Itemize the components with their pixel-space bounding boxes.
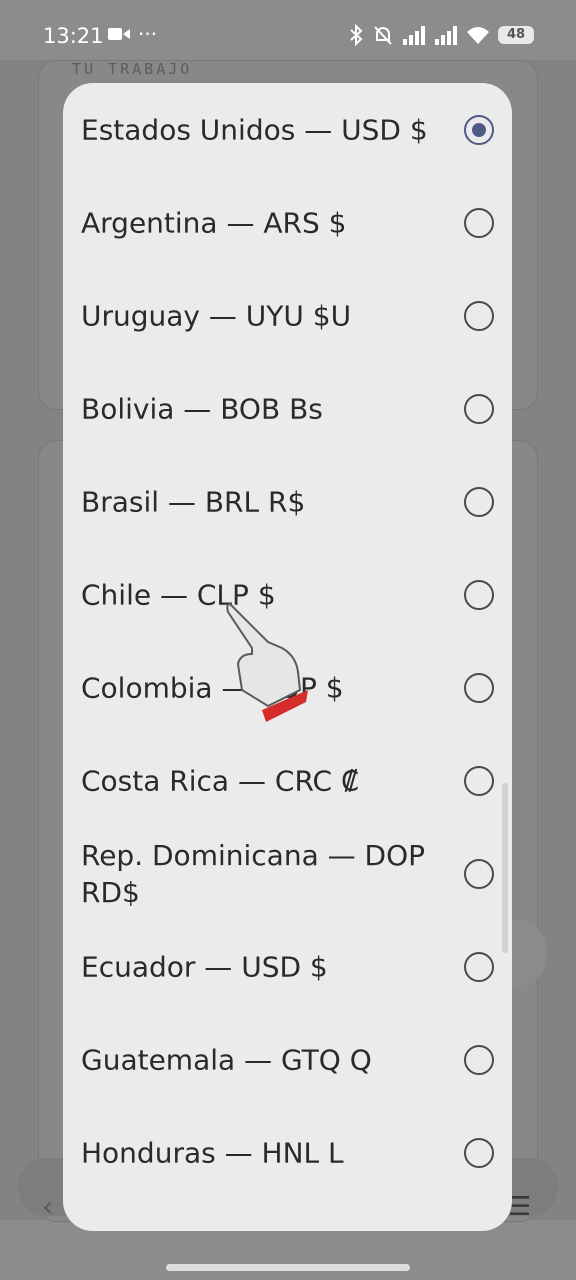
radio-button[interactable] <box>464 858 494 889</box>
gesture-nav-handle[interactable] <box>166 1264 410 1271</box>
pointing-hand-icon <box>226 602 308 722</box>
radio-button[interactable] <box>464 951 494 982</box>
signal-icon-2 <box>435 26 457 45</box>
option-label: Ecuador — USD $ <box>81 950 328 983</box>
battery-indicator: 48 <box>498 26 534 44</box>
wifi-icon <box>467 27 489 44</box>
radio-button[interactable] <box>464 486 494 517</box>
radio-button[interactable] <box>464 393 494 424</box>
notifications-off-icon <box>374 26 392 45</box>
option-argentina[interactable]: Argentina — ARS $ <box>63 176 512 269</box>
option-guatemala[interactable]: Guatemala — GTQ Q <box>63 1013 512 1106</box>
radio-button[interactable] <box>464 207 494 238</box>
back-arrow-icon: ‹ <box>42 1190 54 1223</box>
status-bar: 13:21 ··· 48 <box>0 0 576 72</box>
option-ecuador[interactable]: Ecuador — USD $ <box>63 920 512 1013</box>
option-label: Honduras — HNL L <box>81 1136 344 1169</box>
radio-button-selected[interactable] <box>464 114 494 145</box>
radio-button[interactable] <box>464 300 494 331</box>
status-time: 13:21 <box>43 24 104 48</box>
option-honduras[interactable]: Honduras — HNL L <box>63 1106 512 1199</box>
dialog-scrollbar[interactable] <box>502 783 508 953</box>
option-costa-rica[interactable]: Costa Rica — CRC ₡ <box>63 734 512 827</box>
option-label: Brasil — BRL R$ <box>81 485 306 518</box>
option-rep-dominicana[interactable]: Rep. Dominicana — DOP RD$ <box>63 827 512 920</box>
signal-icon <box>403 26 425 45</box>
radio-button[interactable] <box>464 672 494 703</box>
radio-button[interactable] <box>464 765 494 796</box>
option-label: Costa Rica — CRC ₡ <box>81 764 359 797</box>
radio-button[interactable] <box>464 1044 494 1075</box>
option-uruguay[interactable]: Uruguay — UYU $U <box>63 269 512 362</box>
option-label: Rep. Dominicana — DOP RD$ <box>81 838 426 909</box>
radio-button[interactable] <box>464 1137 494 1168</box>
option-estados-unidos[interactable]: Estados Unidos — USD $ <box>63 83 512 176</box>
more-notifications-icon: ··· <box>138 22 158 46</box>
option-label: Uruguay — UYU $U <box>81 299 352 332</box>
option-bolivia[interactable]: Bolivia — BOB Bs <box>63 362 512 455</box>
option-label: Estados Unidos — USD $ <box>81 113 428 146</box>
video-camera-icon <box>108 28 130 40</box>
radio-button[interactable] <box>464 579 494 610</box>
option-label: Guatemala — GTQ Q <box>81 1043 372 1076</box>
option-brasil[interactable]: Brasil — BRL R$ <box>63 455 512 548</box>
bluetooth-icon <box>350 24 363 46</box>
option-label: Argentina — ARS $ <box>81 206 347 239</box>
option-label: Bolivia — BOB Bs <box>81 392 323 425</box>
